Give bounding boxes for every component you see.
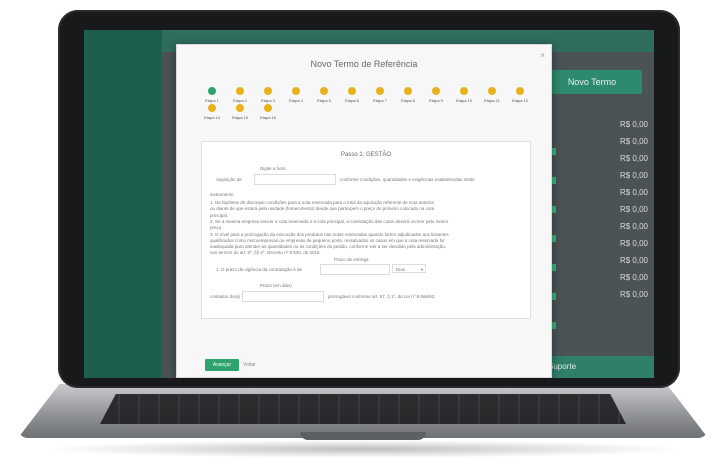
select-label: Prazo de entrega bbox=[334, 257, 369, 262]
panel-header: Passo 1: GESTÃO bbox=[340, 152, 392, 158]
step-pending-icon bbox=[264, 87, 272, 95]
paragraph-line: 1. Na hipótese de discrepar condições pa… bbox=[210, 200, 435, 205]
step-item[interactable]: Etapa 6 bbox=[339, 87, 365, 103]
step-label: Etapa 12 bbox=[511, 98, 528, 103]
step-pending-icon bbox=[320, 87, 328, 95]
step-label: Etapa 16 bbox=[259, 115, 276, 120]
step-label: Etapa 15 bbox=[231, 115, 248, 120]
laptop-screen: Novo Termo R$ 0,00 R$ 0,00 R$ 0,00 R$ 0,00 R… bbox=[84, 30, 654, 378]
step-pending-icon bbox=[460, 87, 468, 95]
laptop-keyboard bbox=[100, 394, 626, 424]
period-prefix: contados do(a) bbox=[210, 294, 241, 299]
step-label: Etapa 2 bbox=[233, 98, 247, 103]
row-values: R$ 0,00 R$ 0,00 R$ 0,00 R$ 0,00 R$ 0,00 R$ 0,… bbox=[552, 120, 648, 307]
back-link[interactable]: Voltar bbox=[243, 359, 256, 371]
step-label: Etapa 9 bbox=[429, 98, 443, 103]
row-value: R$ 0,00 bbox=[619, 222, 648, 231]
laptop-shadow bbox=[40, 440, 686, 458]
step-pending-icon bbox=[292, 87, 300, 95]
step-item[interactable]: Etapa 12 bbox=[507, 87, 533, 103]
step-label: Etapa 8 bbox=[401, 98, 415, 103]
step-label: Etapa 10 bbox=[455, 98, 472, 103]
row-value: R$ 0,00 bbox=[619, 171, 648, 180]
new-term-modal: Novo Termo de Referência × Etapa 1 Etapa … bbox=[176, 44, 552, 378]
section-label: instrumento bbox=[210, 192, 234, 197]
step-label: Etapa 1 bbox=[205, 98, 219, 103]
close-icon[interactable]: × bbox=[540, 51, 545, 60]
step-label: Etapa 5 bbox=[317, 98, 331, 103]
modal-title: Novo Termo de Referência bbox=[310, 59, 418, 69]
form-panel: Passo 1: GESTÃO Digite a hora Aquisição … bbox=[201, 141, 531, 319]
step-label: Etapa 7 bbox=[373, 98, 387, 103]
row-value: R$ 0,00 bbox=[619, 188, 648, 197]
row-value: R$ 0,00 bbox=[619, 154, 648, 163]
step-item[interactable]: Etapa 15 bbox=[227, 104, 253, 120]
input-prefix: Aquisição de bbox=[216, 177, 242, 182]
paragraph-line: 2. Se a mesma empresa vencer a cota rese… bbox=[210, 218, 449, 224]
step-pending-icon bbox=[264, 104, 272, 112]
step-pending-icon bbox=[236, 104, 244, 112]
step-item[interactable]: Etapa 3 bbox=[255, 87, 281, 103]
step-item[interactable]: Etapa 11 bbox=[479, 87, 505, 103]
paragraph-line: nos termos do art. 8º, §§ 2º, Decreto nº… bbox=[210, 250, 321, 256]
step-pending-icon bbox=[488, 87, 496, 95]
input-suffix: conforme condições, quantidades e exigên… bbox=[340, 177, 475, 182]
step-pending-icon bbox=[376, 87, 384, 95]
row-value: R$ 0,00 bbox=[619, 256, 648, 265]
start-date-input[interactable] bbox=[242, 291, 324, 302]
paragraph-line: qualificados como microempresas ou empre… bbox=[210, 237, 445, 243]
period-suffix: prorrogável conforme art. 57, § 1º, da L… bbox=[328, 294, 436, 299]
step-pending-icon bbox=[404, 87, 412, 95]
step-item[interactable]: Etapa 2 bbox=[227, 87, 253, 103]
step-item[interactable]: Etapa 10 bbox=[451, 87, 477, 103]
paragraph-line: preço. bbox=[210, 225, 223, 231]
unit-select-value: Dias bbox=[396, 267, 406, 272]
paragraph-line: inadequada para atender as quantidades o… bbox=[210, 244, 447, 250]
step-item[interactable]: Etapa 7 bbox=[367, 87, 393, 103]
row-value: R$ 0,00 bbox=[619, 120, 648, 129]
step-item[interactable]: Etapa 8 bbox=[395, 87, 421, 103]
unit-select[interactable]: Dias ▾ bbox=[392, 264, 426, 273]
term-input[interactable] bbox=[320, 264, 390, 275]
step-complete-icon bbox=[208, 87, 216, 95]
new-term-button[interactable]: Novo Termo bbox=[542, 70, 642, 94]
support-footer[interactable]: Suporte bbox=[542, 356, 654, 378]
step-label: Etapa 4 bbox=[289, 98, 303, 103]
row-value: R$ 0,00 bbox=[619, 290, 648, 299]
field-label-days: Prazo (em dias) bbox=[260, 283, 292, 288]
step-pending-icon bbox=[208, 104, 216, 112]
step-pending-icon bbox=[432, 87, 440, 95]
next-button[interactable]: Avançar bbox=[205, 359, 239, 371]
acquisition-input[interactable] bbox=[254, 174, 336, 185]
paragraph-line: ou diante de que estará pela unidade (fo… bbox=[210, 206, 435, 212]
row-value: R$ 0,00 bbox=[619, 205, 648, 214]
app-sidebar bbox=[84, 30, 162, 378]
step-item[interactable]: Etapa 4 bbox=[283, 87, 309, 103]
step-label: Etapa 14 bbox=[203, 115, 220, 120]
step-label: Etapa 6 bbox=[345, 98, 359, 103]
row-value: R$ 0,00 bbox=[619, 137, 648, 146]
select-prefix: 1. O prazo de vigência da contratação é … bbox=[216, 267, 303, 272]
step-pending-icon bbox=[516, 87, 524, 95]
step-pending-icon bbox=[348, 87, 356, 95]
field-label-hour: Digite a hora bbox=[260, 166, 286, 171]
paragraph-line: principal. bbox=[210, 212, 229, 218]
step-item[interactable]: Etapa 9 bbox=[423, 87, 449, 103]
step-item[interactable]: Etapa 5 bbox=[311, 87, 337, 103]
row-value: R$ 0,00 bbox=[619, 273, 648, 282]
step-item[interactable]: Etapa 16 bbox=[255, 104, 281, 120]
step-item[interactable]: Etapa 14 bbox=[199, 104, 225, 120]
step-label: Etapa 11 bbox=[484, 98, 500, 103]
step-pending-icon bbox=[236, 87, 244, 95]
chevron-down-icon: ▾ bbox=[420, 267, 423, 272]
row-value: R$ 0,00 bbox=[619, 239, 648, 248]
step-label: Etapa 3 bbox=[261, 98, 275, 103]
step-item[interactable]: Etapa 1 bbox=[199, 87, 225, 103]
paragraph-line: 3. O nível para a prorrogação da execuçã… bbox=[210, 231, 449, 237]
laptop-notch bbox=[300, 432, 426, 440]
